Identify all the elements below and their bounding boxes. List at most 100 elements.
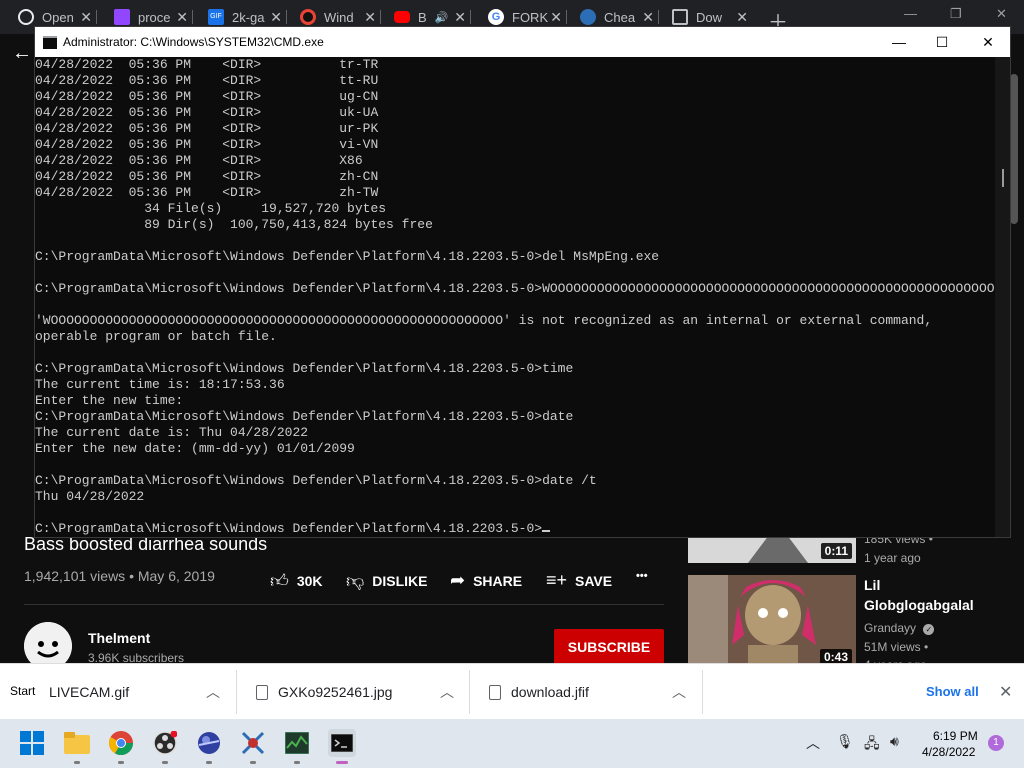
console-line: C:\ProgramData\Microsoft\Windows Defende… (35, 521, 995, 537)
file-explorer-icon[interactable] (64, 730, 90, 756)
restore-browser-button[interactable]: ❐ (950, 6, 962, 22)
tab-label: Wind (324, 9, 354, 25)
file-icon (256, 684, 268, 700)
console-line: 89 Dir(s) 100,750,413,824 bytes free (35, 217, 433, 232)
console-line: Thu 04/28/2022 (35, 489, 145, 504)
gif-icon: GIF (208, 9, 224, 25)
page-scrollbar[interactable] (1010, 74, 1018, 224)
close-icon[interactable]: ✕ (999, 682, 1012, 702)
running-indicator (206, 761, 212, 764)
console-line: C:\ProgramData\Microsoft\Windows Defende… (35, 249, 660, 264)
dislike-button[interactable]: 👎︎ DISLIKE (346, 570, 428, 592)
cheat-engine-icon (580, 9, 596, 25)
related-video-views: 51M views • (864, 640, 929, 654)
close-icon[interactable]: ✕ (454, 9, 466, 26)
tab-label: Chea (604, 9, 636, 25)
more-actions-button[interactable]: ••• (636, 570, 648, 582)
close-icon[interactable]: ✕ (642, 9, 654, 26)
channel-name[interactable]: Thelment (88, 630, 150, 646)
running-indicator (294, 761, 300, 764)
globe-app-icon[interactable] (196, 730, 222, 756)
close-button[interactable]: ✕ (965, 29, 1011, 55)
console-line: 04/28/2022 05:36 PM <DIR> vi-VN (35, 137, 379, 152)
speaker-icon[interactable]: 🔊 (435, 11, 449, 24)
download-bar: Start LIVECAM.gif ︿ GXKo9252461.jpg ︿ do… (0, 663, 1024, 719)
minimize-button[interactable]: — (876, 29, 922, 55)
console-scrollbar[interactable] (995, 57, 1010, 537)
chrome-icon[interactable] (108, 730, 134, 756)
google-icon: G (488, 9, 504, 25)
tab-label: proce (138, 9, 171, 25)
windows-start-icon[interactable] (19, 730, 45, 756)
cmd-titlebar[interactable]: Administrator: C:\Windows\SYSTEM32\CMD.e… (35, 27, 1010, 57)
close-icon[interactable]: ✕ (80, 9, 92, 26)
network-icon[interactable]: 🖧 (864, 733, 880, 757)
download-item[interactable]: LIVECAM.gif (49, 664, 129, 720)
tab-label: B (418, 9, 427, 25)
related-video-title[interactable]: Lil Globglogabgalal (864, 575, 1014, 615)
running-indicator (250, 761, 256, 764)
twitch-icon (114, 9, 130, 25)
console-line: Enter the new time: (35, 393, 184, 408)
chevron-up-icon[interactable]: ︿ (806, 733, 820, 753)
related-video-thumbnail[interactable]: 0:43 (688, 575, 856, 669)
console-line: The current date is: Thu 04/28/2022 (35, 425, 309, 440)
separator (236, 670, 237, 714)
download-item[interactable]: GXKo9252461.jpg (256, 664, 392, 720)
back-arrow-icon[interactable]: ← (12, 42, 32, 65)
console-line: C:\ProgramData\Microsoft\Windows Defende… (35, 361, 574, 376)
share-icon: ➦ (450, 570, 466, 590)
tab-label: Dow (696, 9, 723, 25)
console-output[interactable]: 04/28/2022 05:36 PM <DIR> tr-TR 04/28/202… (35, 57, 995, 537)
close-icon[interactable]: ✕ (364, 9, 376, 26)
close-icon[interactable]: ✕ (176, 9, 188, 26)
video-views-date: 1,942,101 views • May 6, 2019 (24, 568, 215, 584)
console-line: 04/28/2022 05:36 PM <DIR> tr-TR (35, 57, 379, 72)
clock-date[interactable]: 4/28/2022 (922, 745, 975, 759)
console-line (35, 297, 995, 313)
like-button[interactable]: 👍︎ 30K (270, 570, 323, 592)
download-filename: LIVECAM.gif (49, 684, 130, 700)
cmd-window[interactable]: Administrator: C:\Windows\SYSTEM32\CMD.e… (34, 26, 1011, 538)
close-icon[interactable]: ✕ (550, 9, 562, 26)
task-manager-icon[interactable] (284, 730, 310, 756)
close-icon[interactable]: ✕ (270, 9, 282, 26)
window-title: Administrator: C:\Windows\SYSTEM32\CMD.e… (63, 35, 324, 49)
close-browser-button[interactable]: ✕ (996, 6, 1007, 22)
subscribe-button[interactable]: SUBSCRIBE (554, 629, 664, 665)
console-line: C:\ProgramData\Microsoft\Windows Defende… (35, 473, 597, 488)
console-line (35, 345, 995, 361)
share-button[interactable]: ➦ SHARE (450, 570, 522, 591)
obs-icon[interactable] (152, 730, 178, 756)
console-line: C:\ProgramData\Microsoft\Windows Defende… (35, 281, 995, 296)
chevron-up-icon[interactable]: ︿ (206, 682, 220, 702)
tab-label: 2k-ga (232, 9, 265, 25)
maximize-button[interactable]: ☐ (919, 29, 965, 55)
cheat-engine-icon[interactable] (240, 730, 266, 756)
scrollbar-thumb[interactable] (1002, 169, 1004, 187)
close-icon[interactable]: ✕ (736, 9, 748, 26)
download-item[interactable]: download.jfif (489, 664, 589, 720)
console-line: 04/28/2022 05:36 PM <DIR> uk-UA (35, 105, 379, 120)
running-indicator (118, 761, 124, 764)
thumbs-up-icon: 👍︎ (270, 571, 289, 591)
chevron-up-icon[interactable]: ︿ (440, 682, 454, 702)
verified-icon: ✓ (923, 624, 935, 635)
cmd-icon (43, 36, 57, 49)
console-line (35, 265, 995, 281)
cmd-taskbar-icon[interactable] (328, 729, 356, 757)
console-line: The current time is: 18:17:53.36 (35, 377, 285, 392)
save-button[interactable]: ≡+ SAVE (546, 570, 612, 591)
show-all-button[interactable]: Show all (926, 684, 979, 699)
clock-time[interactable]: 6:19 PM (933, 729, 978, 743)
obs-icon (18, 9, 34, 25)
download-filename: GXKo9252461.jpg (278, 684, 393, 700)
chevron-up-icon[interactable]: ︿ (672, 682, 686, 702)
volume-icon[interactable]: 🔊︎ (890, 733, 899, 750)
start-label: Start (10, 684, 36, 698)
related-video-channel[interactable]: Grandayy ✓ (864, 621, 935, 635)
minimize-browser-button[interactable]: — (904, 6, 917, 21)
notification-badge[interactable]: 1 (988, 735, 1004, 751)
divider (24, 604, 664, 605)
microphone-icon[interactable]: 🎙︎ (836, 733, 854, 750)
